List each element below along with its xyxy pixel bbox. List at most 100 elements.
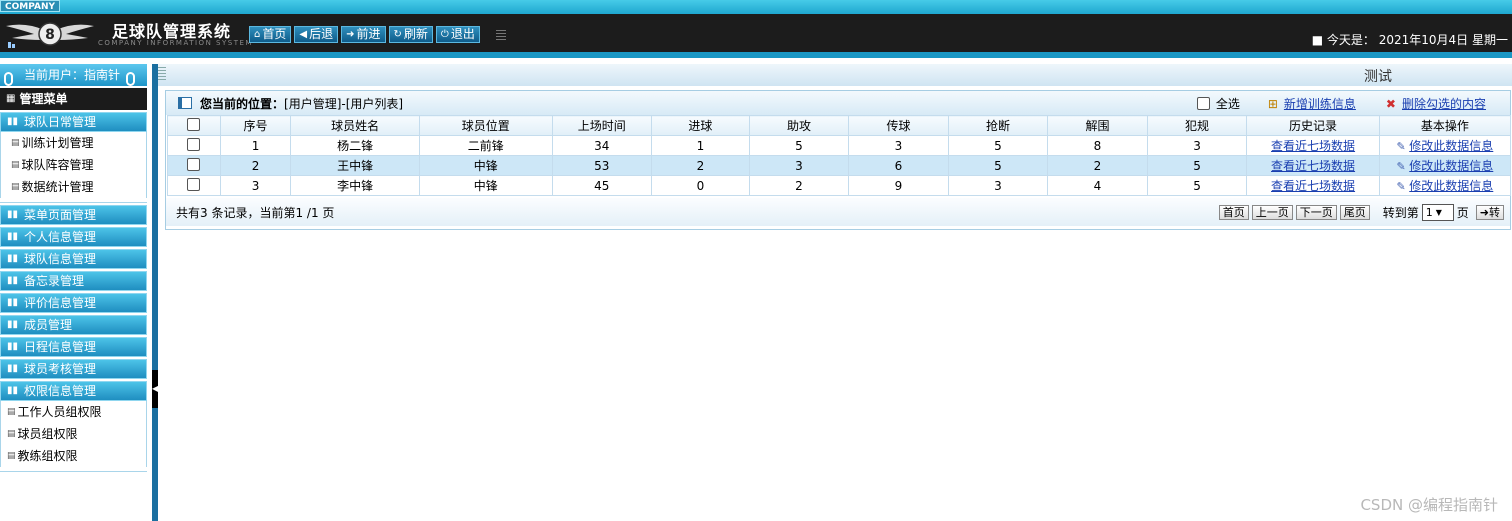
table-cell: 3 <box>219 175 292 196</box>
table-cell: 王中锋 <box>290 155 420 176</box>
record-summary: 共有3 条记录，当前第1 /1 页 <box>176 205 335 220</box>
system-subtitle: COMPANY INFORMATION SYSTEM <box>98 39 253 47</box>
current-user: 当前用户：指南针 <box>24 68 121 82</box>
table-cell: 3 <box>1146 135 1248 156</box>
sidebar-section[interactable]: ▮▮ 球队日常管理 <box>0 112 147 132</box>
sidebar-section[interactable]: ▮▮ 球队信息管理 <box>0 249 147 269</box>
header-divider <box>0 52 1512 58</box>
page-icon: ▤ <box>7 429 16 439</box>
view-history-link[interactable]: 查看近七场数据 <box>1271 139 1355 153</box>
table-cell: 53 <box>551 155 653 176</box>
column-header: 球员位置 <box>418 115 553 136</box>
window-icon <box>178 97 192 109</box>
grid-icon: ▦ <box>6 93 16 104</box>
book-icon: ▮▮ <box>7 319 19 330</box>
nav-button-refresh[interactable]: ↻ 刷新 <box>388 26 433 43</box>
page-heading: 测试 <box>1364 69 1392 85</box>
table-cell: 34 <box>551 135 653 156</box>
sidebar-item-label: 工作人员组权限 <box>17 405 102 419</box>
book-icon: ▮▮ <box>7 275 19 286</box>
back-icon: ◀ <box>299 29 308 40</box>
go-button[interactable]: ➜转 <box>1475 205 1504 220</box>
home-icon: ⌂ <box>254 29 261 40</box>
edit-data-link[interactable]: 修改此数据信息 <box>1409 139 1493 153</box>
company-badge: COMPANY <box>0 0 60 12</box>
row-checkbox[interactable] <box>187 137 201 151</box>
sidebar-section[interactable]: ▮▮ 成员管理 <box>0 315 147 335</box>
sidebar-section-label: 备忘录管理 <box>24 274 85 288</box>
column-header: 犯规 <box>1146 115 1248 136</box>
sidebar-item[interactable]: ▤ 球员组权限 <box>0 423 147 445</box>
delete-icon: ✖ <box>1385 96 1396 111</box>
power-icon: ⏻ <box>440 29 449 40</box>
view-history-link[interactable]: 查看近七场数据 <box>1271 179 1355 193</box>
prev-page-button[interactable]: 上一页 <box>1251 205 1293 220</box>
ring-icon <box>4 72 13 86</box>
sidebar-section-label: 菜单页面管理 <box>24 208 97 222</box>
operations-cell: ✎ 修改此数据信息 <box>1378 175 1512 196</box>
sidebar-section[interactable]: ▮▮ 评价信息管理 <box>0 293 147 313</box>
column-header: 抢断 <box>947 115 1049 136</box>
breadcrumb: 您当前的位置： [用户管理]-[用户列表] 全选 ⊞ 新增训练信息 ✖ 删除勾选… <box>166 91 1510 115</box>
book-icon: ▮▮ <box>7 297 19 308</box>
sidebar-section[interactable]: ▮▮ 个人信息管理 <box>0 227 147 247</box>
table-cell: 5 <box>947 135 1049 156</box>
header-checkbox[interactable] <box>187 117 201 131</box>
column-header: 助攻 <box>748 115 850 136</box>
today-date: ■ 今天是： 2021年10月4日 星期一 <box>1311 33 1508 47</box>
table-cell: 5 <box>947 155 1049 176</box>
column-header: 进球 <box>651 115 750 136</box>
history-cell: 查看近七场数据 <box>1246 175 1380 196</box>
delete-selected-link[interactable]: 删除勾选的内容 <box>1402 95 1486 112</box>
sidebar-item[interactable]: ▤ 工作人员组权限 <box>0 401 147 423</box>
position-path: [用户管理]-[用户列表] <box>284 96 404 111</box>
table-row: 1 杨二锋 二前锋 34 1 5 3 5 8 3 查看近七场数据 ✎ 修改此数据信息 <box>167 135 1512 156</box>
table-cell: 二前锋 <box>418 135 553 156</box>
add-training-link[interactable]: 新增训练信息 <box>1284 95 1356 112</box>
table-row: 3 李中锋 中锋 45 0 2 9 3 4 5 查看近七场数据 ✎ 修改此数据信息 <box>167 175 1512 196</box>
sidebar-section[interactable]: ▮▮ 备忘录管理 <box>0 271 147 291</box>
column-header: 球员姓名 <box>290 115 420 136</box>
sidebar-section-label: 球队日常管理 <box>24 115 97 129</box>
table-cell: 5 <box>748 135 850 156</box>
nav-button-label: 首页 <box>262 27 287 41</box>
sidebar-item[interactable]: ▤ 教练组权限 <box>0 445 147 467</box>
sidebar-section[interactable]: ▮▮ 日程信息管理 <box>0 337 147 357</box>
svg-text:8: 8 <box>45 27 55 43</box>
next-page-button[interactable]: 下一页 <box>1295 205 1337 220</box>
sidebar-section[interactable]: ▮▮ 菜单页面管理 <box>0 205 147 225</box>
table-cell: 6 <box>848 155 949 176</box>
first-page-button[interactable]: 首页 <box>1218 205 1249 220</box>
sidebar-item[interactable]: ▤ 数据统计管理 <box>0 176 147 198</box>
menu-title: 管理菜单 <box>19 92 68 106</box>
collapse-sidebar-button[interactable]: ◀ <box>152 370 158 408</box>
sidebar-item[interactable]: ▤ 球队阵容管理 <box>0 154 147 176</box>
book-icon: ▮▮ <box>7 253 19 264</box>
nav-button-forward[interactable]: ➜ 前进 <box>341 26 386 43</box>
sidebar: 当前用户：指南针 ▦ 管理菜单 ▮▮ 球队日常管理 ▤ 训练计划管理 ▤ 球队阵容管理 ▤ 数… <box>0 64 147 521</box>
column-header: 历史记录 <box>1246 115 1380 136</box>
sidebar-section[interactable]: ▮▮ 权限信息管理 <box>0 381 147 401</box>
nav-button-power[interactable]: ⏻ 退出 <box>435 26 480 43</box>
select-all-checkbox[interactable] <box>1196 97 1210 110</box>
sidebar-splitter <box>152 64 158 521</box>
logo-icon: 8 <box>6 22 94 48</box>
last-page-button[interactable]: 尾页 <box>1339 205 1370 220</box>
table-cell: 中锋 <box>418 155 553 176</box>
nav-button-back[interactable]: ◀ 后退 <box>294 26 339 43</box>
page-select-value: 1 <box>1425 206 1433 219</box>
page-icon: ▤ <box>7 451 16 461</box>
table-cell: 3 <box>947 175 1049 196</box>
sidebar-section[interactable]: ▮▮ 球员考核管理 <box>0 359 147 379</box>
row-checkbox[interactable] <box>187 177 201 191</box>
content-panel: 您当前的位置： [用户管理]-[用户列表] 全选 ⊞ 新增训练信息 ✖ 删除勾选… <box>165 90 1512 230</box>
row-checkbox[interactable] <box>187 157 201 171</box>
view-history-link[interactable]: 查看近七场数据 <box>1271 159 1355 173</box>
edit-data-link[interactable]: 修改此数据信息 <box>1409 159 1493 173</box>
edit-data-link[interactable]: 修改此数据信息 <box>1409 179 1493 193</box>
nav-button-home[interactable]: ⌂ 首页 <box>249 26 292 43</box>
top-strip <box>0 0 1512 14</box>
sidebar-item[interactable]: ▤ 训练计划管理 <box>0 132 147 154</box>
select-all-label: 全选 <box>1215 97 1240 111</box>
page-select[interactable]: 1 ▼ <box>1421 204 1454 221</box>
